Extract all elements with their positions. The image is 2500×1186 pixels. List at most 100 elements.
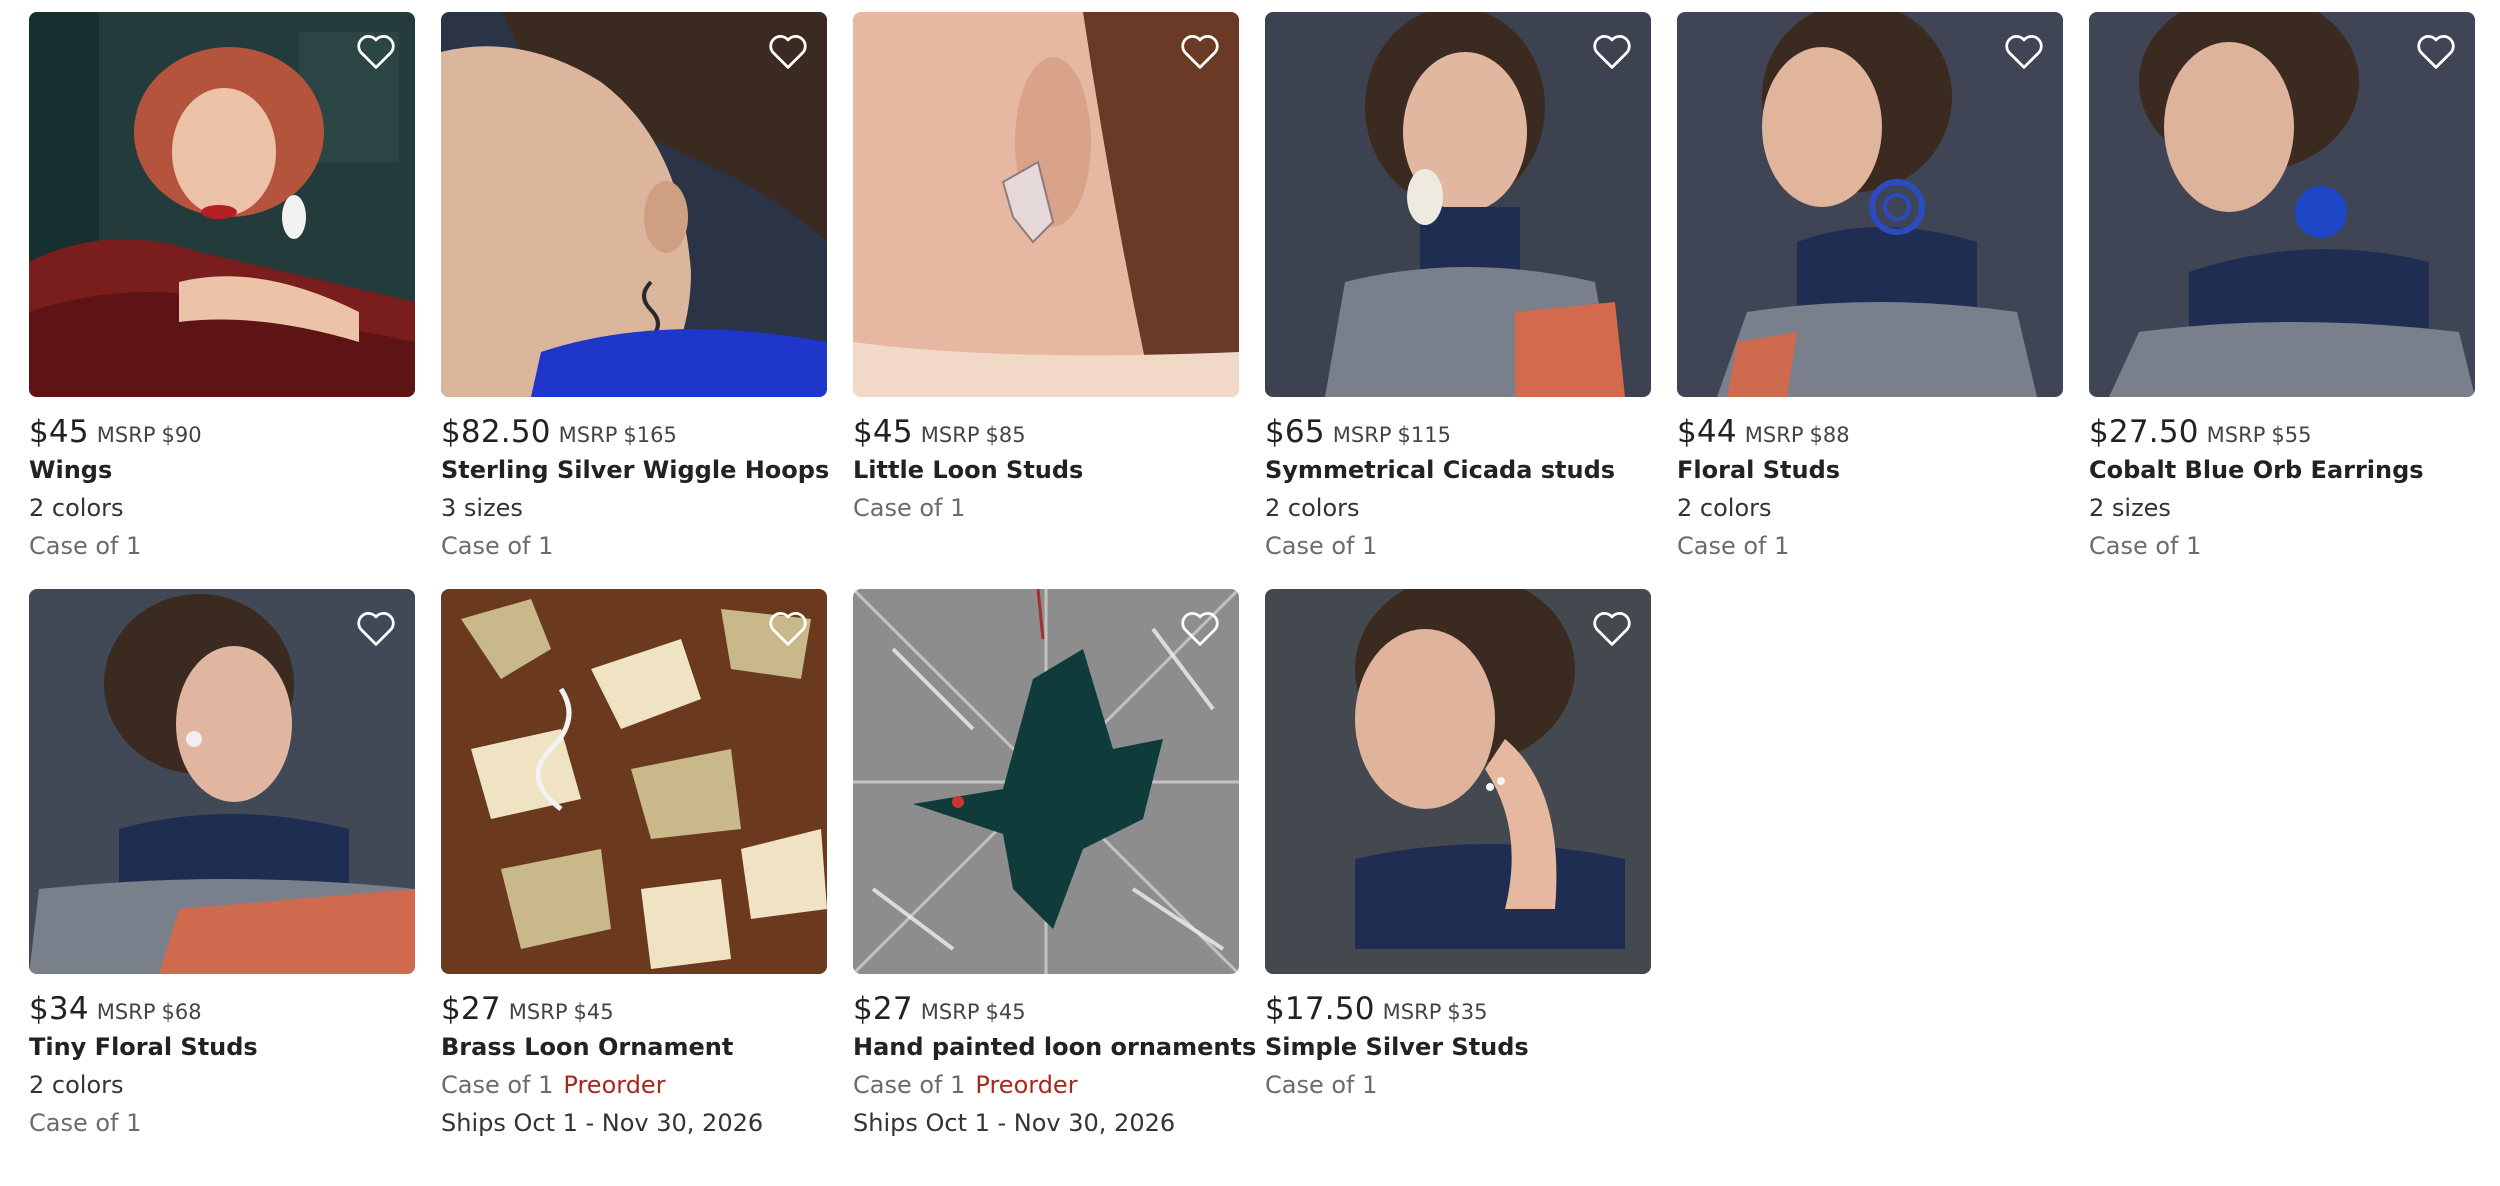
product-link[interactable]: $82.50 MSRP $165 Sterling Silver Wiggle H… xyxy=(441,12,829,565)
case-pack-label: Case of 1 xyxy=(441,1071,554,1099)
heart-outline-icon xyxy=(1593,35,1631,69)
msrp: MSRP $165 xyxy=(559,425,677,446)
preorder-badge: Preorder xyxy=(563,1071,666,1099)
product-card[interactable]: $44 MSRP $88 Floral Studs 2 colors Case o… xyxy=(1677,12,2063,565)
heart-outline-icon xyxy=(2005,35,2043,69)
product-grid: $45 MSRP $90 Wings 2 colors Case of 1 $8… xyxy=(29,12,2475,1142)
product-card[interactable]: $27.50 MSRP $55 Cobalt Blue Orb Earrings … xyxy=(2089,12,2475,565)
msrp-price: $88 xyxy=(1809,423,1850,447)
product-name[interactable]: Little Loon Studs xyxy=(853,451,1239,489)
msrp-price: $35 xyxy=(1447,1000,1488,1024)
wholesale-price: $17.50 xyxy=(1265,991,1375,1027)
favorite-button[interactable] xyxy=(2413,30,2459,72)
product-info: $27 MSRP $45 Brass Loon Ornament Case of … xyxy=(441,974,827,1142)
msrp-price: $85 xyxy=(985,423,1026,447)
msrp-price: $45 xyxy=(573,1000,614,1024)
product-name[interactable]: Sterling Silver Wiggle Hoops xyxy=(441,451,829,489)
product-info: $65 MSRP $115 Symmetrical Cicada studs 2 … xyxy=(1265,397,1651,565)
price-line: $27 MSRP $45 xyxy=(441,988,827,1028)
favorite-button[interactable] xyxy=(765,607,811,649)
wholesale-price: $27 xyxy=(441,991,501,1027)
heart-outline-icon xyxy=(1181,612,1219,646)
product-link[interactable]: $44 MSRP $88 Floral Studs 2 colors Case o… xyxy=(1677,12,2063,565)
heart-outline-icon xyxy=(357,612,395,646)
product-image[interactable] xyxy=(853,12,1239,397)
product-card[interactable]: $17.50 MSRP $35 Simple Silver Studs Case … xyxy=(1265,589,1651,1142)
heart-outline-icon xyxy=(357,35,395,69)
product-card[interactable]: $45 MSRP $90 Wings 2 colors Case of 1 xyxy=(29,12,415,565)
msrp-label: MSRP xyxy=(920,423,980,447)
msrp-price: $55 xyxy=(2271,423,2312,447)
product-image[interactable] xyxy=(1265,12,1651,397)
product-name[interactable]: Floral Studs xyxy=(1677,451,2063,489)
price-line: $44 MSRP $88 xyxy=(1677,411,2063,451)
product-name[interactable]: Wings xyxy=(29,451,415,489)
wholesale-price: $27 xyxy=(853,991,913,1027)
heart-outline-icon xyxy=(1181,35,1219,69)
product-image[interactable] xyxy=(853,589,1239,974)
favorite-button[interactable] xyxy=(353,30,399,72)
product-image[interactable] xyxy=(441,12,827,397)
wholesale-price: $65 xyxy=(1265,414,1325,450)
product-link[interactable]: $27.50 MSRP $55 Cobalt Blue Orb Earrings … xyxy=(2089,12,2475,565)
product-image[interactable] xyxy=(1265,589,1651,974)
msrp: MSRP $55 xyxy=(2207,425,2312,446)
favorite-button[interactable] xyxy=(1589,607,1635,649)
product-card[interactable]: $65 MSRP $115 Symmetrical Cicada studs 2 … xyxy=(1265,12,1651,565)
heart-outline-icon xyxy=(1593,612,1631,646)
product-image[interactable] xyxy=(2089,12,2475,397)
product-link[interactable]: $34 MSRP $68 Tiny Floral Studs 2 colors C… xyxy=(29,589,415,1142)
favorite-button[interactable] xyxy=(1177,30,1223,72)
product-name[interactable]: Tiny Floral Studs xyxy=(29,1028,415,1066)
product-info: $17.50 MSRP $35 Simple Silver Studs Case … xyxy=(1265,974,1651,1104)
product-link[interactable]: $45 MSRP $90 Wings 2 colors Case of 1 xyxy=(29,12,415,565)
product-link[interactable]: $27 MSRP $45 Brass Loon Ornament Case of … xyxy=(441,589,827,1142)
product-link[interactable]: $65 MSRP $115 Symmetrical Cicada studs 2 … xyxy=(1265,12,1651,565)
product-image[interactable] xyxy=(1677,12,2063,397)
price-line: $17.50 MSRP $35 xyxy=(1265,988,1651,1028)
msrp: MSRP $85 xyxy=(921,425,1026,446)
price-line: $65 MSRP $115 xyxy=(1265,411,1651,451)
product-name[interactable]: Simple Silver Studs xyxy=(1265,1028,1651,1066)
msrp-label: MSRP xyxy=(1332,423,1392,447)
preorder-badge: Preorder xyxy=(975,1071,1078,1099)
product-image[interactable] xyxy=(29,12,415,397)
product-card[interactable]: $45 MSRP $85 Little Loon Studs Case of 1 xyxy=(853,12,1239,565)
heart-outline-icon xyxy=(769,35,807,69)
product-info: $34 MSRP $68 Tiny Floral Studs 2 colors C… xyxy=(29,974,415,1142)
product-info: $27 MSRP $45 Hand painted loon ornaments … xyxy=(853,974,1256,1142)
msrp-label: MSRP xyxy=(96,423,156,447)
msrp: MSRP $88 xyxy=(1745,425,1850,446)
msrp-label: MSRP xyxy=(1382,1000,1442,1024)
product-link[interactable]: $27 MSRP $45 Hand painted loon ornaments … xyxy=(853,589,1256,1142)
product-card[interactable]: $27 MSRP $45 Hand painted loon ornaments … xyxy=(853,589,1256,1142)
product-name[interactable]: Cobalt Blue Orb Earrings xyxy=(2089,451,2475,489)
product-image[interactable] xyxy=(29,589,415,974)
msrp-label: MSRP xyxy=(96,1000,156,1024)
case-pack: Case of 1 xyxy=(1265,532,1378,560)
case-pack: Case of 1 xyxy=(441,532,554,560)
favorite-button[interactable] xyxy=(765,30,811,72)
variant-count: 2 sizes xyxy=(2089,494,2171,522)
product-card[interactable]: $27 MSRP $45 Brass Loon Ornament Case of … xyxy=(441,589,827,1142)
product-name[interactable]: Brass Loon Ornament xyxy=(441,1028,827,1066)
product-name[interactable]: Symmetrical Cicada studs xyxy=(1265,451,1651,489)
product-info: $82.50 MSRP $165 Sterling Silver Wiggle H… xyxy=(441,397,829,565)
case-pack: Case of 1 xyxy=(2089,532,2202,560)
msrp: MSRP $35 xyxy=(1383,1002,1488,1023)
case-pack: Case of 1 Preorder xyxy=(441,1066,827,1104)
favorite-button[interactable] xyxy=(1589,30,1635,72)
product-card[interactable]: $82.50 MSRP $165 Sterling Silver Wiggle H… xyxy=(441,12,829,565)
wholesale-price: $44 xyxy=(1677,414,1737,450)
msrp-label: MSRP xyxy=(920,1000,980,1024)
product-card[interactable]: $34 MSRP $68 Tiny Floral Studs 2 colors C… xyxy=(29,589,415,1142)
product-link[interactable]: $45 MSRP $85 Little Loon Studs Case of 1 xyxy=(853,12,1239,527)
product-image[interactable] xyxy=(441,589,827,974)
favorite-button[interactable] xyxy=(353,607,399,649)
case-pack: Case of 1 xyxy=(29,1109,142,1137)
favorite-button[interactable] xyxy=(1177,607,1223,649)
product-link[interactable]: $17.50 MSRP $35 Simple Silver Studs Case … xyxy=(1265,589,1651,1104)
heart-outline-icon xyxy=(769,612,807,646)
favorite-button[interactable] xyxy=(2001,30,2047,72)
product-name[interactable]: Hand painted loon ornaments xyxy=(853,1028,1256,1066)
